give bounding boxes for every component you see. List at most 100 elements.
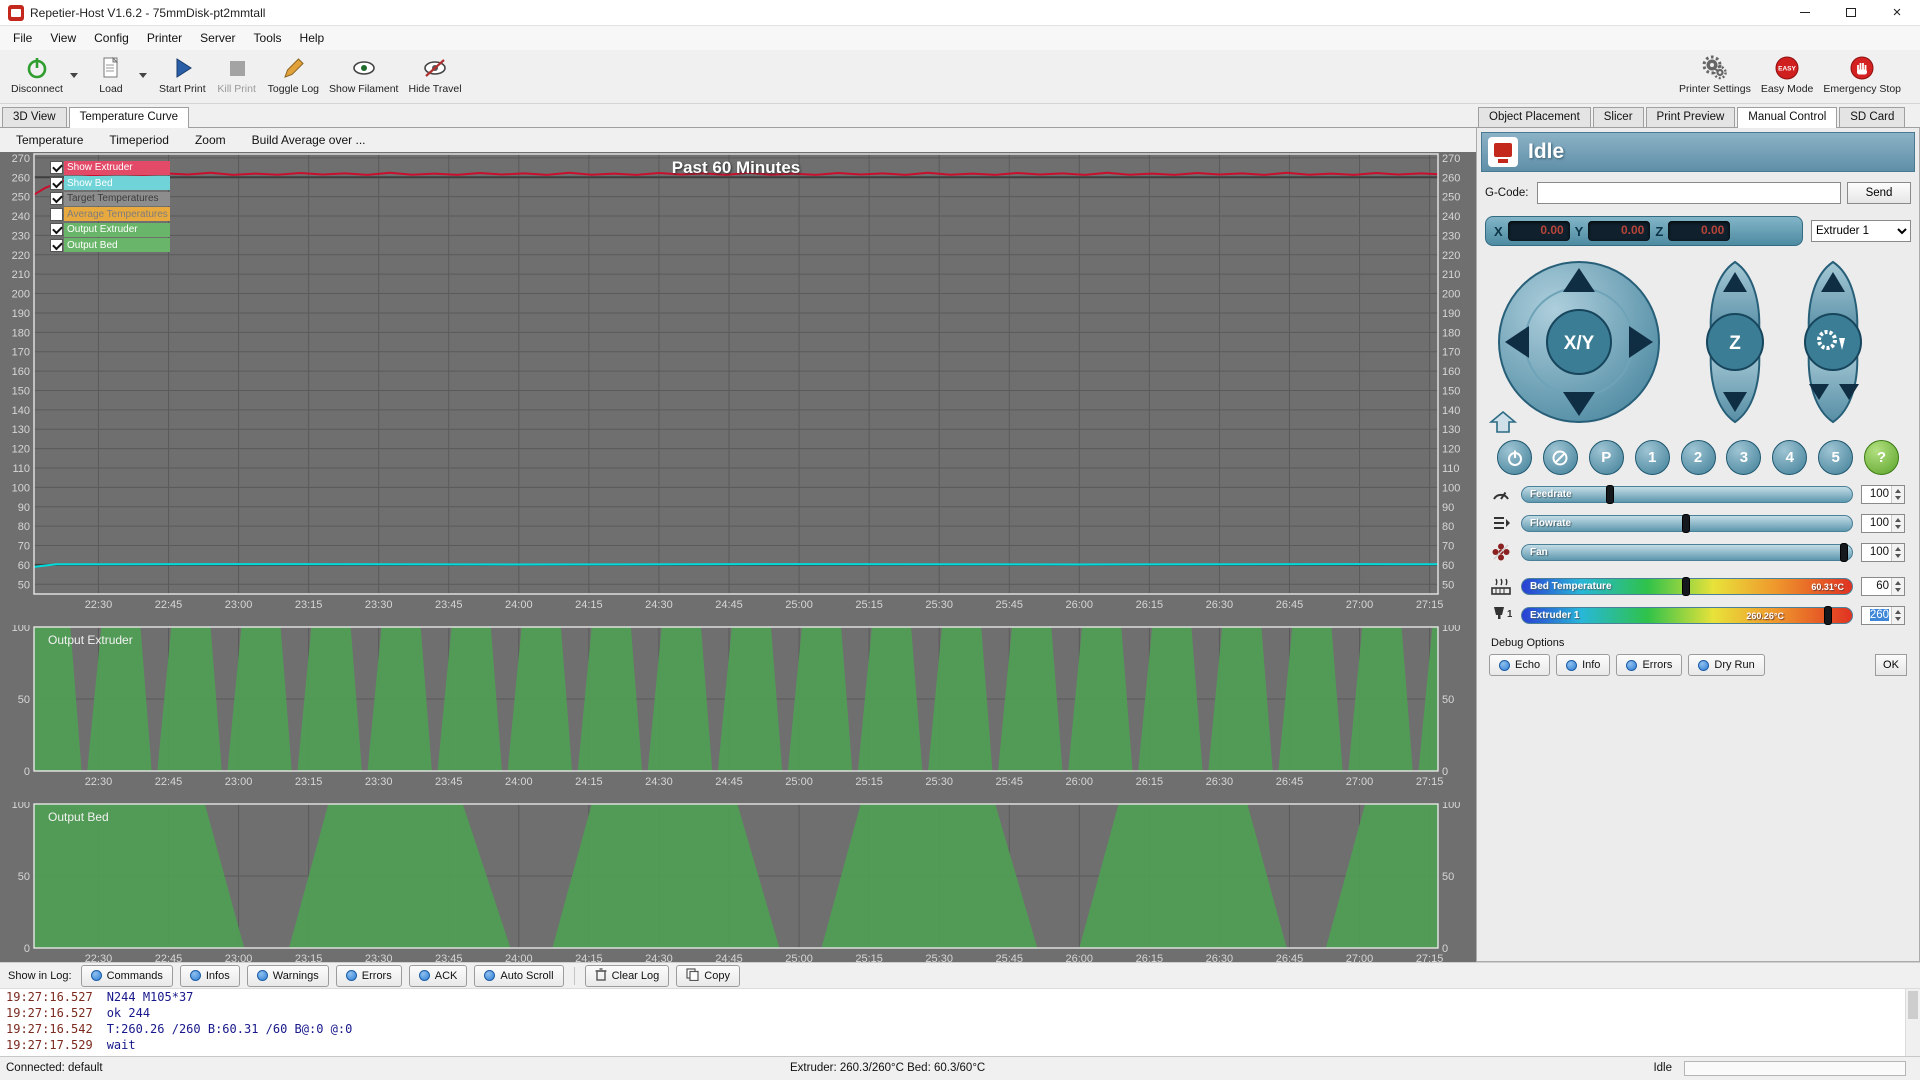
log-ack-toggle[interactable]: ACK (409, 965, 468, 987)
menu-build-average[interactable]: Build Average over ... (252, 133, 366, 147)
menu-view[interactable]: View (41, 27, 85, 49)
xy-jog-pad[interactable]: X/Y (1495, 258, 1663, 426)
debug-errors-toggle[interactable]: Errors (1616, 654, 1682, 676)
minimize-button[interactable] (1782, 0, 1828, 25)
menu-tools[interactable]: Tools (245, 27, 291, 49)
tab-slicer[interactable]: Slicer (1593, 107, 1644, 127)
average-temperatures-checkbox[interactable] (50, 208, 63, 221)
flowrate-value[interactable]: 100 (1862, 517, 1891, 529)
fan-slider[interactable]: Fan (1521, 544, 1853, 561)
z-jog-control[interactable]: Z (1693, 258, 1777, 426)
maximize-button[interactable] (1828, 0, 1874, 25)
menu-server[interactable]: Server (191, 27, 244, 49)
feedrate-slider-label: Feedrate (1530, 489, 1572, 500)
disconnect-button[interactable]: Disconnect (6, 53, 68, 97)
flowrate-slider-thumb[interactable] (1682, 514, 1690, 533)
tab-sd-card[interactable]: SD Card (1839, 107, 1905, 127)
emergency-stop-button[interactable]: Emergency Stop (1818, 53, 1906, 97)
debug-echo-toggle[interactable]: Echo (1489, 654, 1550, 676)
tab-temperature-curve[interactable]: Temperature Curve (69, 107, 189, 128)
menu-temperature[interactable]: Temperature (16, 133, 83, 147)
bed-temperature-value[interactable]: 60 (1862, 580, 1891, 592)
extruder-jog-control[interactable] (1787, 258, 1879, 426)
toggle-log-button[interactable]: Toggle Log (263, 53, 324, 97)
svg-text:24:30: 24:30 (645, 599, 673, 611)
log-autoscroll-toggle[interactable]: Auto Scroll (474, 965, 563, 987)
load-dropdown-arrow[interactable] (137, 53, 150, 97)
menu-config[interactable]: Config (85, 27, 138, 49)
extruder-temperature-slider[interactable]: Extruder 1 260.26°C (1521, 607, 1853, 624)
extruder-temperature-value-box[interactable]: 260 (1861, 606, 1905, 625)
feedrate-slider-thumb[interactable] (1606, 485, 1614, 504)
fan-spinner[interactable] (1891, 544, 1904, 561)
bed-temperature-slider[interactable]: Bed Temperature 60.31°C (1521, 578, 1853, 595)
tab-manual-control[interactable]: Manual Control (1737, 107, 1837, 128)
log-commands-toggle[interactable]: Commands (81, 965, 173, 987)
menu-file[interactable]: File (4, 27, 41, 49)
output-extruder-checkbox[interactable] (50, 223, 63, 236)
copy-button[interactable]: Copy (676, 965, 740, 987)
tab-print-preview[interactable]: Print Preview (1646, 107, 1736, 127)
extruder-temperature-spinner[interactable] (1891, 607, 1904, 624)
log-errors-toggle[interactable]: Errors (336, 965, 402, 987)
show-bed-checkbox[interactable] (50, 177, 63, 190)
log-warnings-toggle[interactable]: Warnings (247, 965, 329, 987)
motors-off-button[interactable] (1543, 440, 1578, 475)
debug-dry-run-toggle[interactable]: Dry Run (1688, 654, 1764, 676)
fan-value[interactable]: 100 (1862, 546, 1891, 558)
preset-3-button[interactable]: 3 (1726, 440, 1761, 475)
load-button[interactable]: Load (85, 53, 137, 97)
close-button[interactable]: × (1874, 0, 1920, 25)
preset-4-button[interactable]: 4 (1772, 440, 1807, 475)
bed-temperature-spinner[interactable] (1891, 578, 1904, 595)
disconnect-dropdown-arrow[interactable] (68, 53, 81, 97)
target-temperatures-checkbox[interactable] (50, 192, 63, 205)
home-button[interactable] (1489, 410, 1517, 434)
send-button[interactable]: Send (1847, 182, 1911, 204)
flowrate-value-box[interactable]: 100 (1861, 514, 1905, 533)
show-filament-button[interactable]: Show Filament (324, 53, 403, 97)
menu-help[interactable]: Help (291, 27, 334, 49)
bed-temperature-value-box[interactable]: 60 (1861, 577, 1905, 596)
scrollbar-thumb[interactable] (1908, 991, 1918, 1019)
flowrate-slider[interactable]: Flowrate (1521, 515, 1853, 532)
menu-zoom[interactable]: Zoom (195, 133, 226, 147)
extruder-temperature-value[interactable]: 260 (1862, 609, 1891, 621)
feedrate-value[interactable]: 100 (1862, 488, 1891, 500)
log-output[interactable]: 19:27:16.527N244 M105*37 19:27:16.527ok … (0, 988, 1920, 1056)
preset-1-button[interactable]: 1 (1635, 440, 1670, 475)
clear-log-button[interactable]: Clear Log (585, 965, 670, 987)
tab-3d-view[interactable]: 3D View (2, 107, 67, 127)
power-button[interactable] (1497, 440, 1532, 475)
preset-5-button[interactable]: 5 (1818, 440, 1853, 475)
feedrate-value-box[interactable]: 100 (1861, 485, 1905, 504)
easy-mode-button[interactable]: EASY Easy Mode (1756, 53, 1819, 97)
ok-button[interactable]: OK (1875, 654, 1907, 676)
park-button[interactable]: P (1589, 440, 1624, 475)
menu-timeperiod[interactable]: Timeperiod (109, 133, 169, 147)
hide-travel-button[interactable]: Hide Travel (403, 53, 466, 97)
output-bed-checkbox[interactable] (50, 239, 63, 252)
feedrate-slider[interactable]: Feedrate (1521, 486, 1853, 503)
flowrate-spinner[interactable] (1891, 515, 1904, 532)
fan-slider-thumb[interactable] (1840, 543, 1848, 562)
debug-info-toggle[interactable]: Info (1556, 654, 1610, 676)
tab-object-placement[interactable]: Object Placement (1478, 107, 1591, 127)
gcode-input[interactable] (1537, 182, 1841, 204)
start-print-button[interactable]: Start Print (154, 53, 211, 97)
svg-text:80: 80 (18, 521, 30, 533)
help-button[interactable]: ? (1864, 440, 1899, 475)
fan-value-box[interactable]: 100 (1861, 543, 1905, 562)
log-scrollbar[interactable] (1905, 989, 1920, 1056)
show-extruder-checkbox[interactable] (50, 161, 63, 174)
extruder-temperature-thumb[interactable] (1824, 606, 1832, 625)
preset-2-button[interactable]: 2 (1681, 440, 1716, 475)
log-infos-toggle[interactable]: Infos (180, 965, 240, 987)
extruder-select[interactable]: Extruder 1 (1811, 220, 1911, 242)
svg-text:50: 50 (18, 579, 30, 591)
bed-temperature-thumb[interactable] (1682, 577, 1690, 596)
separator (574, 967, 575, 985)
feedrate-spinner[interactable] (1891, 486, 1904, 503)
menu-printer[interactable]: Printer (138, 27, 191, 49)
printer-settings-button[interactable]: Printer Settings (1674, 53, 1756, 97)
